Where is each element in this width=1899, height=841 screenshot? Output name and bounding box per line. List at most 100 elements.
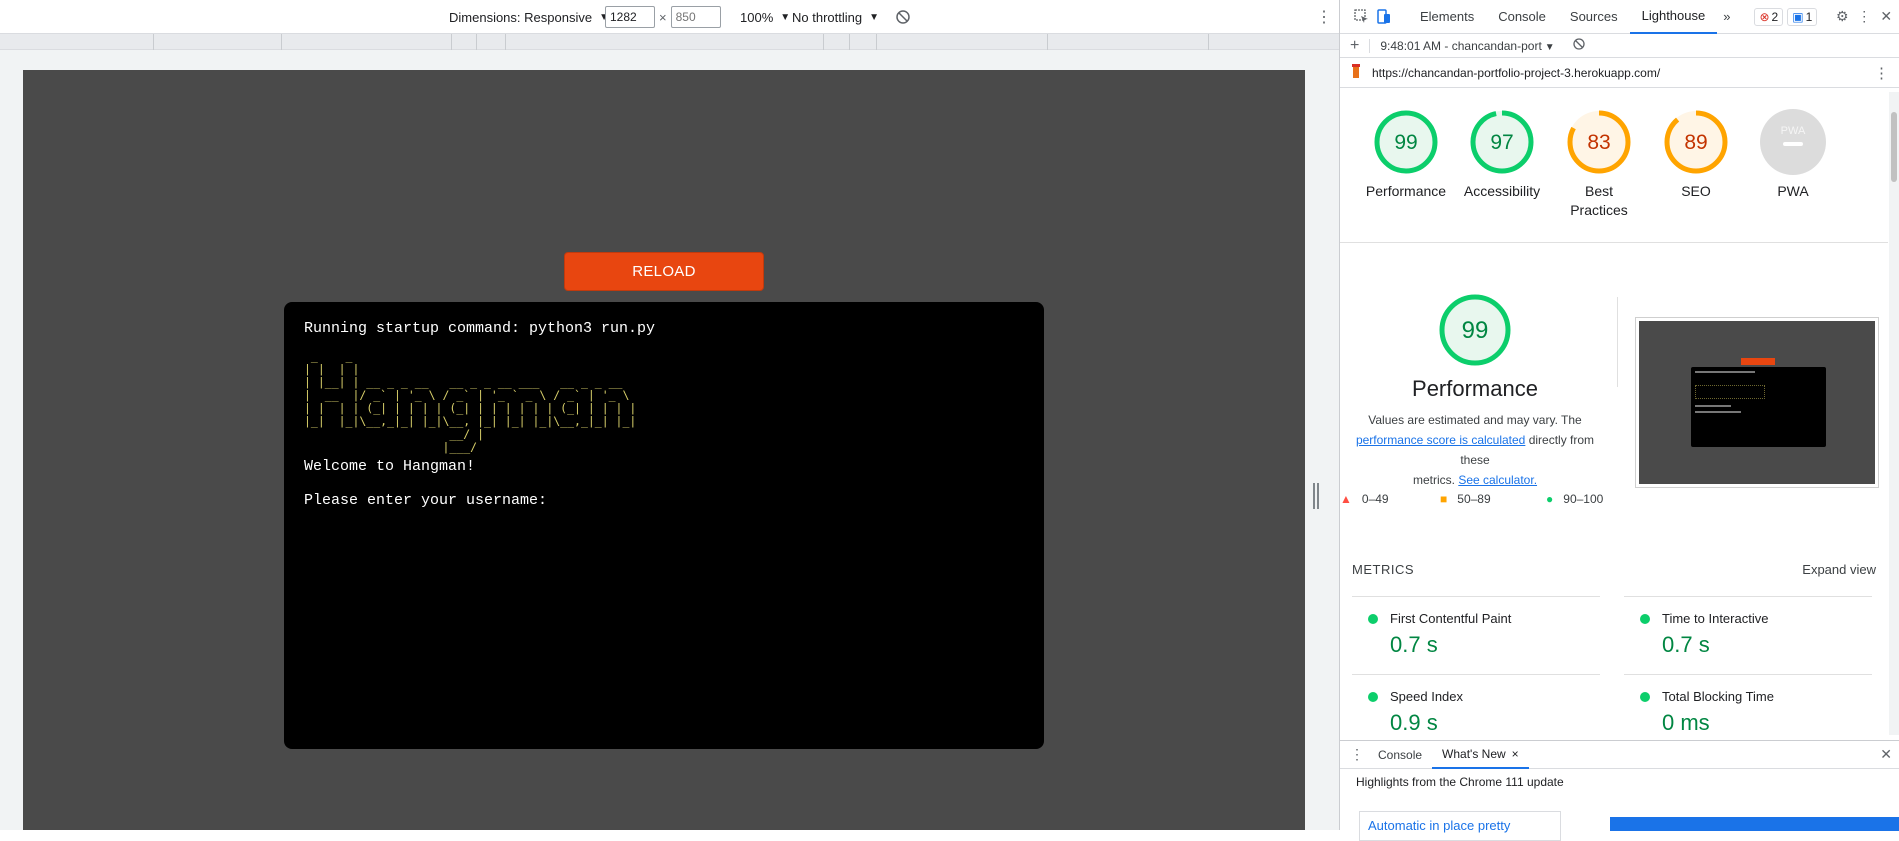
height-input[interactable] bbox=[670, 6, 721, 28]
kebab-menu-icon[interactable]: ⋮ bbox=[1853, 6, 1875, 28]
throttling-dropdown[interactable]: No throttling ▼ bbox=[792, 0, 879, 34]
metric-fcp: First Contentful Paint 0.7 s bbox=[1352, 596, 1600, 658]
report-selector[interactable]: 9:48:01 AM - chancandan-port ▼ bbox=[1380, 39, 1554, 53]
see-calculator-link[interactable]: See calculator. bbox=[1458, 473, 1537, 487]
tab-elements[interactable]: Elements bbox=[1408, 0, 1486, 34]
close-drawer-icon[interactable]: ✕ bbox=[1880, 746, 1892, 763]
performance-description: Values are estimated and may vary. The p… bbox=[1340, 410, 1610, 490]
gauge-label: PWA bbox=[1777, 183, 1809, 199]
desc-text: metrics. bbox=[1412, 473, 1455, 487]
tab-sources[interactable]: Sources bbox=[1558, 0, 1630, 34]
drawer-tab-whats-new[interactable]: What's New × bbox=[1432, 741, 1529, 769]
drawer-tab-console[interactable]: Console bbox=[1368, 741, 1432, 769]
scrollbar-thumb[interactable] bbox=[1891, 112, 1897, 182]
bottom-drawer: ⋮ Console What's New × ✕ Highlights from… bbox=[1340, 740, 1899, 841]
zoom-dropdown[interactable]: 100% ▼ bbox=[740, 0, 790, 34]
gauge-label: Performance bbox=[1365, 183, 1447, 199]
more-options-icon[interactable]: ⋮ bbox=[1316, 0, 1332, 34]
metric-name: Time to Interactive bbox=[1624, 611, 1872, 626]
gauge-best-practices[interactable]: 83 Best Practices bbox=[1551, 108, 1647, 220]
terminal[interactable]: Running startup command: python3 run.py … bbox=[284, 302, 1044, 749]
device-toolbar: Dimensions: Responsive▼ × 100%▼ No throt… bbox=[0, 0, 1339, 34]
gauge-ring: 97 bbox=[1470, 110, 1534, 174]
tab-lighthouse[interactable]: Lighthouse bbox=[1629, 0, 1718, 34]
metric-name: Total Blocking Time bbox=[1624, 689, 1872, 704]
circle-icon: ● bbox=[1546, 492, 1554, 506]
divider bbox=[1617, 297, 1618, 387]
report-url[interactable]: https://chancandan-portfolio-project-3.h… bbox=[1372, 66, 1660, 80]
reload-button[interactable]: RELOAD bbox=[564, 252, 764, 291]
legend-pass-range: 90–100 bbox=[1563, 492, 1604, 506]
gauge-pwa[interactable]: PWA PWA bbox=[1745, 108, 1841, 201]
close-devtools-icon[interactable]: ✕ bbox=[1875, 6, 1897, 28]
dimensions-label: Dimensions: Responsive bbox=[449, 9, 593, 25]
metric-tbt: Total Blocking Time 0 ms bbox=[1624, 674, 1872, 735]
dimensions-dropdown[interactable]: Dimensions: Responsive▼ bbox=[449, 0, 609, 34]
clear-reports-icon[interactable] bbox=[1573, 38, 1585, 53]
drawer-menu-icon[interactable]: ⋮ bbox=[1350, 746, 1364, 763]
new-report-icon[interactable]: + bbox=[1350, 37, 1359, 55]
whats-new-card[interactable]: Automatic in place pretty bbox=[1359, 811, 1561, 841]
score-calculated-link[interactable]: performance score is calculated bbox=[1356, 433, 1525, 447]
legend-average-range: 50–89 bbox=[1457, 492, 1491, 506]
gauge-label: Accessibility bbox=[1463, 183, 1541, 199]
report-url-bar: https://chancandan-portfolio-project-3.h… bbox=[1340, 58, 1899, 88]
final-screenshot-thumbnail[interactable] bbox=[1635, 317, 1879, 488]
message-icon: ▣ bbox=[1792, 9, 1804, 24]
performance-gauge: 99 bbox=[1439, 294, 1511, 366]
disable-rotation-icon[interactable] bbox=[895, 0, 911, 34]
thumbnail-image bbox=[1639, 321, 1875, 484]
media-query-ruler[interactable] bbox=[0, 34, 1339, 50]
gauge-ring: 83 bbox=[1567, 110, 1631, 174]
startup-line: Running startup command: python3 run.py bbox=[304, 320, 656, 337]
thumbnail-reload bbox=[1741, 358, 1775, 365]
gauge-performance[interactable]: 99 Performance bbox=[1358, 108, 1454, 201]
devtools-tabbar: Elements Console Sources Lighthouse » ⊗ 2… bbox=[1340, 0, 1899, 34]
gauge-seo[interactable]: 89 SEO bbox=[1648, 108, 1744, 201]
errors-badge[interactable]: ⊗ 2 bbox=[1754, 7, 1784, 26]
device-emulation-pane: Dimensions: Responsive▼ × 100%▼ No throt… bbox=[0, 0, 1339, 830]
throttling-value: No throttling bbox=[792, 9, 863, 25]
whats-new-highlight: Highlights from the Chrome 111 update bbox=[1356, 775, 1564, 789]
more-tabs-icon[interactable]: » bbox=[1717, 0, 1736, 34]
gauge-label: SEO bbox=[1681, 183, 1711, 199]
metric-value: 0.7 s bbox=[1390, 632, 1438, 657]
close-tab-icon[interactable]: × bbox=[1512, 747, 1519, 761]
zoom-value: 100% bbox=[740, 9, 774, 25]
metric-speed-index: Speed Index 0.9 s bbox=[1352, 674, 1600, 735]
caret-down-icon: ▼ bbox=[780, 11, 791, 23]
legend-pass: ● 90–100 bbox=[1546, 492, 1603, 506]
lighthouse-report: 99 Performance 97 Accessibility 83 Best … bbox=[1340, 92, 1888, 735]
whats-new-video-thumbnail[interactable] bbox=[1610, 817, 1899, 831]
tab-console[interactable]: Console bbox=[1486, 0, 1558, 34]
errors-count: 2 bbox=[1771, 9, 1779, 24]
report-scrollbar[interactable] bbox=[1889, 92, 1899, 735]
performance-summary: 99 Performance Values are estimated and … bbox=[1340, 292, 1610, 490]
width-input[interactable] bbox=[605, 6, 655, 28]
gauge-score: 97 bbox=[1490, 131, 1513, 154]
viewport-resize-handle[interactable] bbox=[1313, 483, 1319, 509]
caret-down-icon: ▼ bbox=[869, 11, 879, 23]
gauge-score: 83 bbox=[1587, 131, 1610, 154]
emulated-viewport: RELOAD Running startup command: python3 … bbox=[23, 70, 1305, 830]
metric-name: Speed Index bbox=[1352, 689, 1600, 704]
gauge-ring: 89 bbox=[1664, 110, 1728, 174]
gauge-accessibility[interactable]: 97 Accessibility bbox=[1454, 108, 1550, 201]
legend-fail-range: 0–49 bbox=[1361, 492, 1389, 506]
settings-gear-icon[interactable]: ⚙ bbox=[1831, 6, 1853, 28]
triangle-icon: ▲ bbox=[1340, 492, 1352, 506]
pwa-badge-text: PWA bbox=[1781, 125, 1806, 137]
lighthouse-toolbar: + 9:48:01 AM - chancandan-port ▼ bbox=[1340, 34, 1899, 58]
drawer-tab-label: What's New bbox=[1442, 746, 1506, 761]
performance-score: 99 bbox=[1462, 317, 1489, 344]
device-toggle-icon[interactable] bbox=[1372, 6, 1394, 28]
performance-title: Performance bbox=[1412, 376, 1538, 401]
metric-tti: Time to Interactive 0.7 s bbox=[1624, 596, 1872, 658]
messages-count: 1 bbox=[1805, 9, 1813, 24]
caret-down-icon: ▼ bbox=[1544, 41, 1555, 53]
metrics-heading: METRICS bbox=[1352, 562, 1414, 577]
inspect-element-icon[interactable] bbox=[1350, 6, 1372, 28]
url-menu-icon[interactable]: ⋮ bbox=[1874, 64, 1889, 82]
expand-view-toggle[interactable]: Expand view bbox=[1802, 562, 1876, 577]
messages-badge[interactable]: ▣ 1 bbox=[1787, 7, 1818, 26]
